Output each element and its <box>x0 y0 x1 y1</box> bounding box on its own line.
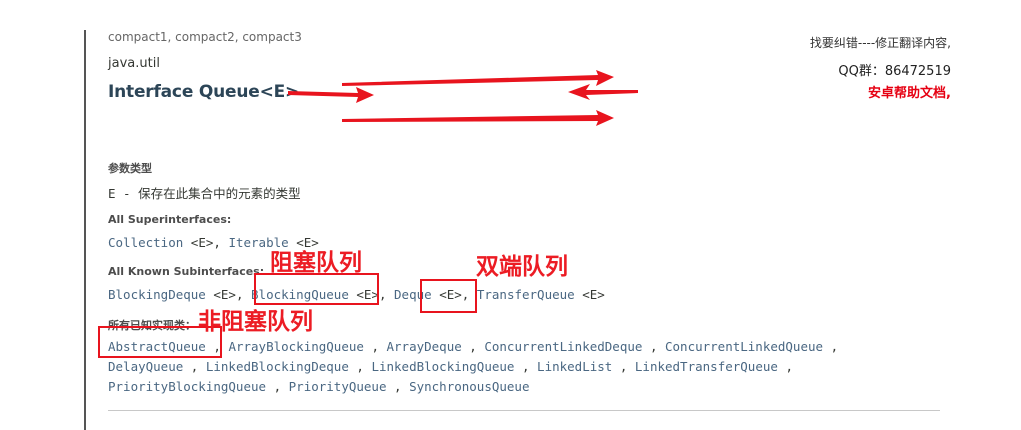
arrow-right-icon <box>288 87 374 103</box>
arrow-left-icon <box>568 84 638 100</box>
arrow-right-icon <box>342 110 614 126</box>
annotation-arrows <box>288 70 638 126</box>
arrow-right-icon <box>342 70 614 86</box>
